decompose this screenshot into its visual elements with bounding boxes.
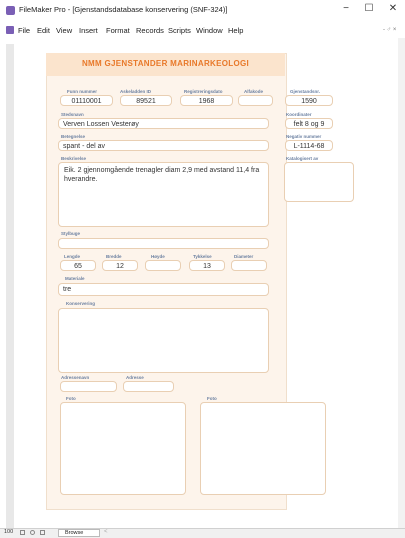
filemaker-app-icon (6, 6, 15, 15)
alfakode-label: Alfakode (244, 89, 264, 94)
menu-view[interactable]: View (56, 26, 72, 35)
zoom-level[interactable]: 100 (4, 529, 13, 535)
registreringsdato-field[interactable]: 1968 (180, 95, 233, 106)
negativnummer-field[interactable]: L-1114-68 (285, 140, 333, 151)
adressenavn-field[interactable] (60, 381, 117, 392)
negativnummer-label: Negativ nummer (286, 134, 322, 139)
foto2-label: Foto (207, 396, 217, 401)
menu-records[interactable]: Records (136, 26, 164, 35)
stylbuge-field[interactable] (58, 238, 269, 249)
beskrivelse-label: Beskrivelse (61, 156, 87, 161)
adressenavn-label: Adressenavn (61, 375, 90, 380)
adresse-field[interactable] (123, 381, 174, 392)
filemaker-window: FileMaker Pro - [Gjenstandsdatabase kons… (0, 0, 405, 538)
window-title: FileMaker Pro - [Gjenstandsdatabase kons… (19, 5, 228, 14)
stylbuge-label: Stylbuge (61, 231, 81, 236)
mode-selector[interactable]: Browse (58, 529, 100, 537)
funnnummer-field[interactable]: 01110001 (60, 95, 113, 106)
form-title: NMM GJENSTANDER MARINARKEOLOGI (81, 59, 250, 68)
koordinater-label: Koordinater (286, 112, 312, 117)
document-icon[interactable] (6, 26, 14, 34)
hoyde-field[interactable] (145, 260, 181, 271)
alfakode-field[interactable] (238, 95, 273, 106)
maximize-button[interactable]: ☐ (362, 3, 376, 14)
menu-window[interactable]: Window (196, 26, 223, 35)
diameter-label: Diameter (234, 254, 254, 259)
mdi-controls[interactable]: - ♂ × (383, 27, 396, 33)
zoom-out-icon[interactable] (20, 530, 25, 535)
materiale-label: Materiale (65, 276, 85, 281)
betegnelse-field[interactable]: spant - del av (58, 140, 269, 151)
materiale-field[interactable]: tre (58, 283, 269, 296)
foto1-label: Foto (66, 396, 76, 401)
scroll-left-arrow[interactable]: < (104, 529, 108, 535)
foto2-container[interactable] (200, 402, 326, 495)
gjenstandsnr-label: Gjenstandsnr. (290, 89, 321, 94)
menu-help[interactable]: Help (228, 26, 243, 35)
katalogisert-field[interactable] (284, 162, 354, 202)
koordinater-field[interactable]: felt 8 og 9 (285, 118, 333, 129)
menu-scripts[interactable]: Scripts (168, 26, 191, 35)
funnnummer-label: Funn nummer (67, 89, 97, 94)
bredde-field[interactable]: 12 (102, 260, 138, 271)
menu-format[interactable]: Format (106, 26, 130, 35)
adresse-label: Adresse (126, 375, 144, 380)
menu-insert[interactable]: Insert (79, 26, 98, 35)
close-button[interactable]: ✕ (386, 3, 400, 14)
registreringsdato-label: Registreringsdato (184, 89, 223, 94)
menu-file[interactable]: File (18, 26, 30, 35)
tykkelse-field[interactable]: 13 (189, 260, 225, 271)
bredde-label: Bredde (106, 254, 122, 259)
gjenstandsnr-field[interactable]: 1590 (285, 95, 333, 106)
minimize-button[interactable]: − (339, 3, 353, 14)
foto1-container[interactable] (60, 402, 186, 495)
lengde-field[interactable]: 65 (60, 260, 96, 271)
hoyde-label: Høyde (151, 254, 165, 259)
askeladden-label: Askeladden ID (120, 89, 152, 94)
diameter-field[interactable] (231, 260, 267, 271)
konservering-field[interactable] (58, 308, 269, 373)
beskrivelse-field[interactable]: Eik. 2 gjennomgående trenagler diam 2,9 … (58, 162, 269, 227)
lengde-label: Lengde (64, 254, 81, 259)
vertical-scrollbar[interactable] (398, 38, 405, 528)
stedsnavn-field[interactable]: Verven Lossen Vesterøy (58, 118, 269, 129)
konservering-label: Konservering (66, 301, 96, 306)
askeladden-field[interactable]: 89521 (120, 95, 172, 106)
zoom-in-icon[interactable] (30, 530, 35, 535)
tykkelse-label: Tykkelse (193, 254, 212, 259)
katalogisert-label: Katalogisert av (286, 156, 319, 161)
status-area-toggle-icon[interactable] (40, 530, 45, 535)
stedsnavn-label: Stedsnavn (61, 112, 84, 117)
betegnelse-label: Betegnelse (61, 134, 86, 139)
status-area-strip (6, 44, 14, 528)
menu-edit[interactable]: Edit (37, 26, 50, 35)
